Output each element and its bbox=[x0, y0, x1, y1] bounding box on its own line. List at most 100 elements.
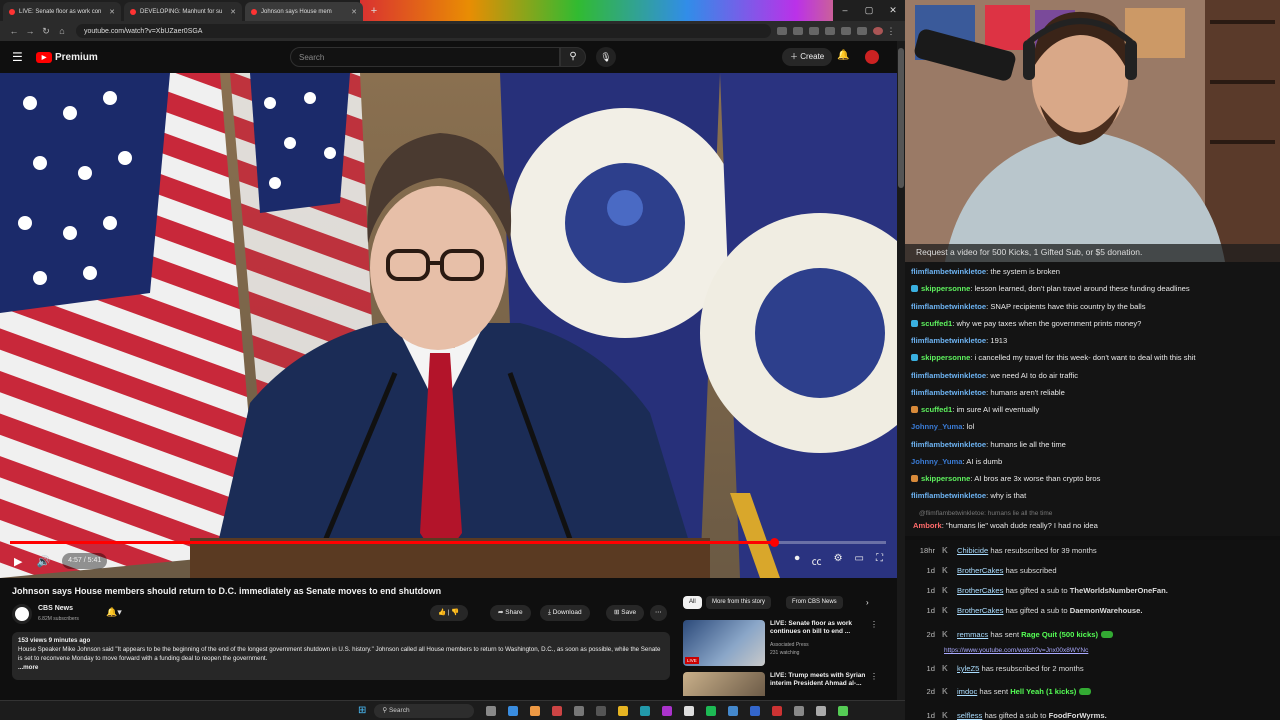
captions-icon[interactable]: ㏄ bbox=[812, 553, 822, 568]
chip-from-cbs-news[interactable]: From CBS News bbox=[786, 596, 843, 609]
like-dislike-button[interactable]: 👍 | 👎 bbox=[430, 605, 468, 621]
url-field[interactable]: youtube.com/watch?v=XbUZaer0SGA bbox=[76, 24, 771, 38]
close-window-button[interactable]: ✕ bbox=[881, 0, 905, 21]
browser-tab-3[interactable]: Johnson says House mem ✕ bbox=[245, 2, 363, 21]
chat-username[interactable]: scuffed1 bbox=[921, 405, 952, 414]
more-actions-button[interactable]: ⋯ bbox=[650, 605, 667, 621]
recommendation-title[interactable]: LIVE: Senate floor as work continues on … bbox=[770, 620, 870, 636]
file-explorer-icon[interactable] bbox=[618, 705, 629, 716]
fullscreen-icon[interactable]: ⛶ bbox=[876, 553, 883, 568]
extension-icon[interactable] bbox=[841, 27, 851, 35]
windows-start-icon[interactable]: ⊞ bbox=[358, 705, 366, 716]
back-icon[interactable]: ← bbox=[6, 26, 22, 36]
chat-username[interactable]: Johnny_Yuma bbox=[911, 457, 962, 466]
app-icon[interactable] bbox=[552, 705, 563, 716]
event-username[interactable]: Chibicide bbox=[957, 546, 988, 555]
show-more-link[interactable]: ...more bbox=[18, 663, 664, 672]
thumbs-up-icon[interactable]: 👍 bbox=[438, 609, 446, 616]
extension-icon[interactable] bbox=[793, 27, 803, 35]
scrollbar-thumb[interactable] bbox=[898, 48, 904, 188]
forward-icon[interactable]: → bbox=[22, 26, 38, 36]
recommendation-thumbnail[interactable]: LIVE bbox=[683, 620, 765, 666]
event-username[interactable]: kyleZ5 bbox=[957, 664, 979, 673]
autoplay-toggle-icon[interactable]: ⏺ bbox=[795, 553, 800, 568]
browser-menu-icon[interactable]: ⋮ bbox=[883, 26, 899, 37]
event-link[interactable]: https://www.youtube.com/watch?v=Jnx00x8W… bbox=[944, 647, 1088, 654]
app-icon[interactable] bbox=[596, 705, 607, 716]
theater-mode-icon[interactable]: ▭ bbox=[855, 553, 864, 568]
event-username[interactable]: selfless bbox=[957, 711, 982, 720]
home-icon[interactable]: ⌂ bbox=[54, 26, 70, 36]
event-username[interactable]: BrotherCakes bbox=[957, 566, 1003, 575]
app-icon[interactable] bbox=[574, 705, 585, 716]
event-username[interactable]: BrotherCakes bbox=[957, 606, 1003, 615]
video-player[interactable] bbox=[0, 73, 897, 578]
event-username[interactable]: imdoc bbox=[957, 687, 977, 696]
video-progress-bar[interactable] bbox=[10, 541, 886, 544]
recommendation-item[interactable]: LIVE: Trump meets with Syrian interim Pr… bbox=[683, 672, 878, 696]
account-avatar[interactable] bbox=[865, 50, 879, 64]
close-tab-icon[interactable]: ✕ bbox=[351, 8, 357, 16]
save-button[interactable]: ⊞ Save bbox=[606, 605, 645, 621]
chevron-right-icon[interactable]: › bbox=[866, 598, 869, 607]
profile-icon[interactable] bbox=[873, 27, 883, 35]
app-icon[interactable] bbox=[728, 705, 739, 716]
create-button[interactable]: ＋ Create bbox=[782, 48, 833, 66]
chat-username[interactable]: scuffed1 bbox=[921, 319, 952, 328]
new-tab-button[interactable]: + bbox=[367, 4, 381, 18]
reload-icon[interactable]: ↻ bbox=[38, 26, 54, 37]
app-icon[interactable] bbox=[772, 705, 783, 716]
search-input[interactable]: Search bbox=[290, 47, 560, 67]
progress-scrubber-handle[interactable] bbox=[770, 538, 779, 547]
chat-username[interactable]: flimflambetwinkletoe bbox=[911, 440, 986, 449]
chat-username[interactable]: Ambork bbox=[913, 521, 942, 530]
channel-name[interactable]: CBS News bbox=[38, 605, 73, 612]
play-icon[interactable]: ▶ bbox=[14, 555, 22, 568]
app-icon[interactable] bbox=[794, 705, 805, 716]
chip-all[interactable]: All bbox=[683, 596, 702, 609]
settings-gear-icon[interactable]: ⚙ bbox=[834, 553, 843, 568]
minimize-button[interactable]: – bbox=[833, 0, 857, 21]
chat-username[interactable]: flimflambetwinkletoe bbox=[911, 267, 986, 276]
chat-username[interactable]: skippersonne bbox=[921, 474, 970, 483]
task-view-icon[interactable] bbox=[486, 705, 497, 716]
spotify-icon[interactable] bbox=[706, 705, 717, 716]
chat-username[interactable]: flimflambetwinkletoe bbox=[911, 388, 986, 397]
more-vert-icon[interactable]: ⋮ bbox=[870, 672, 878, 681]
browser-tab-1[interactable]: LIVE: Senate floor as work con ✕ bbox=[3, 2, 121, 21]
search-button[interactable]: ⚲ bbox=[560, 47, 586, 67]
extension-icon[interactable] bbox=[809, 27, 819, 35]
share-button[interactable]: ➦ Share bbox=[490, 605, 531, 621]
app-icon[interactable] bbox=[816, 705, 827, 716]
event-username[interactable]: BrotherCakes bbox=[957, 586, 1003, 595]
chrome-icon[interactable] bbox=[530, 705, 541, 716]
notifications-bell-icon[interactable]: 🔔 bbox=[837, 50, 849, 61]
hamburger-menu-icon[interactable]: ☰ bbox=[12, 50, 26, 64]
event-username[interactable]: remmacs bbox=[957, 630, 988, 639]
video-description[interactable]: 153 views 9 minutes ago House Speaker Mi… bbox=[12, 632, 670, 680]
download-button[interactable]: ⤓ Download bbox=[540, 605, 590, 621]
recommendation-thumbnail[interactable] bbox=[683, 672, 765, 696]
chip-more-from-story[interactable]: More from this story bbox=[706, 596, 772, 609]
chat-username[interactable]: flimflambetwinkletoe bbox=[911, 302, 986, 311]
app-icon[interactable] bbox=[684, 705, 695, 716]
youtube-logo[interactable]: ▶ Premium bbox=[36, 51, 98, 63]
chat-username[interactable]: flimflambetwinkletoe bbox=[911, 491, 986, 500]
chat-username[interactable]: skippersonne bbox=[921, 353, 970, 362]
extension-icon[interactable] bbox=[825, 27, 835, 35]
chat-username[interactable]: skippersonne bbox=[921, 284, 970, 293]
voice-search-button[interactable]: 🎙 bbox=[596, 47, 616, 67]
extension-icon[interactable] bbox=[777, 27, 787, 35]
more-vert-icon[interactable]: ⋮ bbox=[870, 620, 878, 629]
subscribe-bell-icon[interactable]: 🔔▾ bbox=[106, 607, 122, 618]
edge-icon[interactable] bbox=[508, 705, 519, 716]
browser-tab-2[interactable]: DEVELOPING: Manhunt for su ✕ bbox=[124, 2, 242, 21]
taskbar-search[interactable]: ⚲ Search bbox=[374, 703, 475, 718]
chat-username[interactable]: Johnny_Yuma bbox=[911, 422, 962, 431]
extension-icon[interactable] bbox=[857, 27, 867, 35]
recommendation-title[interactable]: LIVE: Trump meets with Syrian interim Pr… bbox=[770, 672, 870, 688]
close-tab-icon[interactable]: ✕ bbox=[230, 8, 236, 16]
chat-username[interactable]: flimflambetwinkletoe bbox=[911, 336, 986, 345]
maximize-button[interactable]: ▢ bbox=[857, 0, 881, 21]
app-icon[interactable] bbox=[750, 705, 761, 716]
